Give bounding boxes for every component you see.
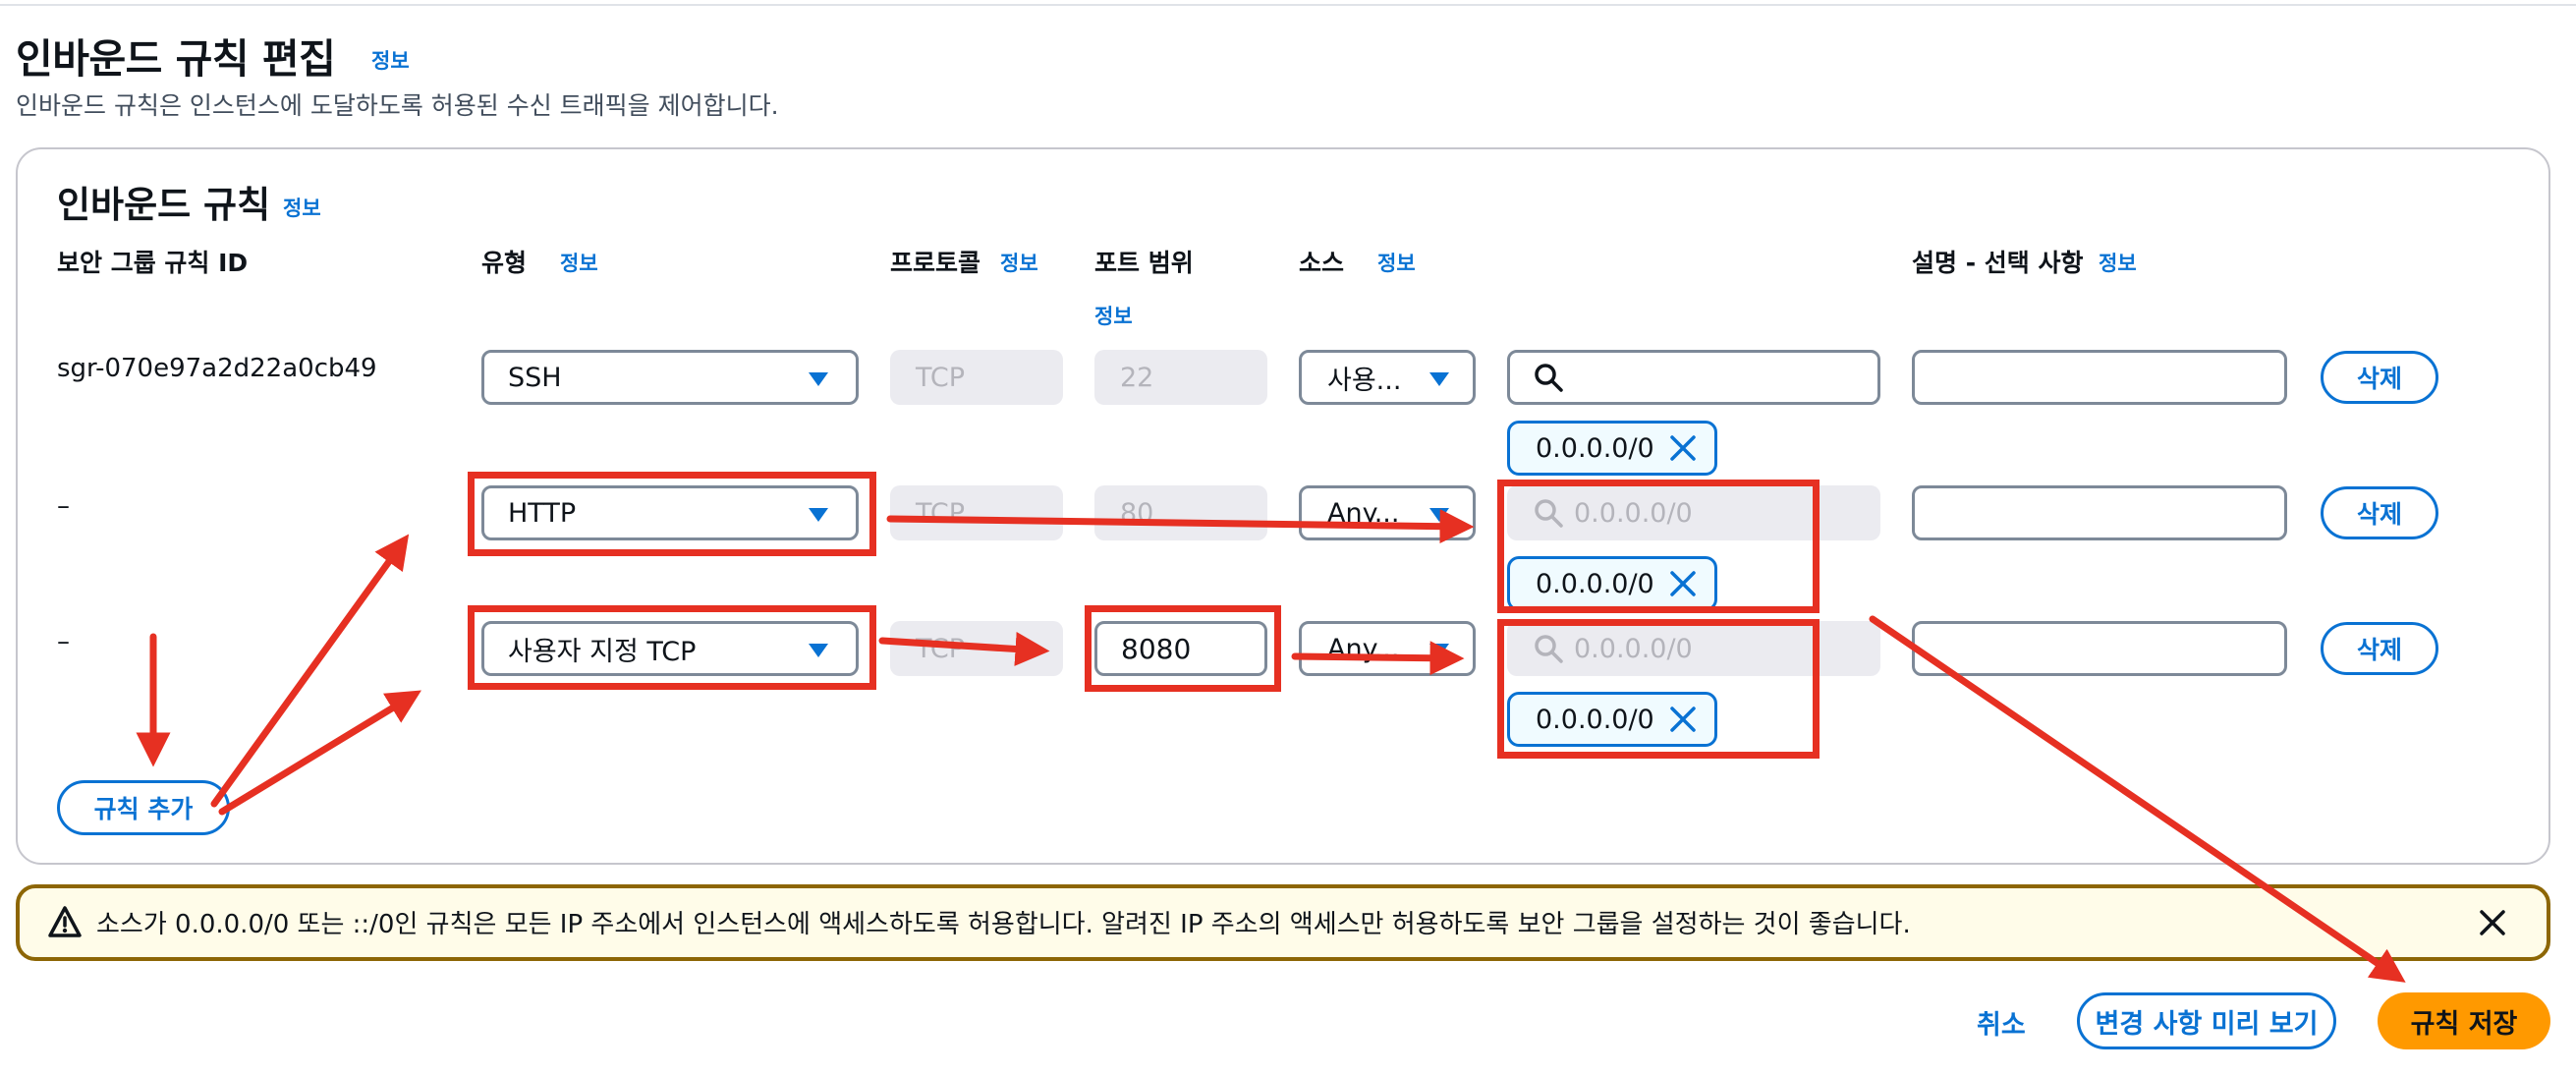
column-header-rule-id: 보안 그룹 규칙 ID [57, 249, 249, 277]
caret-down-icon [1429, 508, 1449, 522]
source-token-label: 0.0.0.0/0 [1536, 432, 1654, 464]
delete-button[interactable]: 삭제 [2321, 351, 2438, 404]
rule-id: sgr-070e97a2d22a0cb49 [57, 354, 377, 383]
cancel-button[interactable]: 취소 [1977, 1003, 2026, 1042]
panel-title-info-link[interactable]: 정보 [283, 193, 321, 222]
warning-alert-text: 소스가 0.0.0.0/0 또는 ::/0인 규칙은 모든 IP 주소에서 인스… [96, 910, 1911, 939]
rule-id: – [57, 627, 70, 656]
annotation-box-source-http [1497, 480, 1820, 613]
page-title-info-link[interactable]: 정보 [371, 45, 410, 75]
protocol-field: TCP [890, 350, 1063, 405]
search-icon [1535, 364, 1563, 392]
source-type-select[interactable]: Any... [1299, 485, 1476, 540]
annotation-box-custom-tcp-type [468, 605, 876, 690]
description-info-link[interactable]: 정보 [2099, 248, 2137, 277]
protocol-field: TCP [890, 621, 1063, 676]
source-type-value: Any... [1327, 497, 1400, 529]
warning-icon [48, 906, 82, 937]
delete-button[interactable]: 삭제 [2321, 486, 2438, 539]
port-range-info-link[interactable]: 정보 [1094, 301, 1133, 330]
top-divider [0, 0, 2576, 6]
page-description: 인바운드 규칙은 인스턴스에 도달하도록 허용된 수신 트래픽을 제어합니다. [16, 91, 779, 120]
column-header-description: 설명 - 선택 사항 [1912, 249, 2084, 277]
annotation-box-port-8080 [1085, 605, 1281, 692]
column-header-protocol: 프로토콜 [890, 249, 981, 277]
port-range-field: 22 [1094, 350, 1267, 405]
type-info-link[interactable]: 정보 [560, 248, 598, 277]
source-type-value: 사용... [1327, 365, 1402, 396]
rule-id: – [57, 491, 70, 521]
add-rule-button[interactable]: 규칙 추가 [57, 780, 230, 835]
caret-down-icon [1429, 372, 1449, 386]
source-type-select[interactable]: 사용... [1299, 350, 1476, 405]
source-type-value: Any... [1327, 633, 1400, 664]
description-input[interactable] [1912, 621, 2287, 676]
protocol-info-link[interactable]: 정보 [1000, 248, 1038, 277]
source-type-select[interactable]: Any... [1299, 621, 1476, 676]
annotation-box-source-custom [1497, 619, 1820, 759]
preview-changes-button[interactable]: 변경 사항 미리 보기 [2077, 992, 2336, 1049]
close-icon[interactable] [1668, 433, 1698, 463]
column-header-type: 유형 [481, 249, 528, 277]
panel-title: 인바운드 규칙 [57, 184, 271, 226]
description-input[interactable] [1912, 350, 2287, 405]
save-rules-button[interactable]: 규칙 저장 [2378, 992, 2550, 1049]
type-select[interactable]: SSH [481, 350, 859, 405]
source-info-link[interactable]: 정보 [1377, 248, 1416, 277]
annotation-box-http-type [468, 472, 876, 556]
protocol-field: TCP [890, 485, 1063, 540]
caret-down-icon [809, 372, 828, 386]
page-title: 인바운드 규칙 편집 [16, 35, 336, 83]
column-header-port-range: 포트 범위 [1094, 249, 1194, 277]
port-range-field: 80 [1094, 485, 1267, 540]
type-select-value: SSH [508, 362, 562, 393]
close-icon[interactable] [2478, 908, 2507, 937]
caret-down-icon [1429, 644, 1449, 657]
description-input[interactable] [1912, 485, 2287, 540]
delete-button[interactable]: 삭제 [2321, 622, 2438, 675]
column-header-source: 소스 [1299, 249, 1345, 277]
